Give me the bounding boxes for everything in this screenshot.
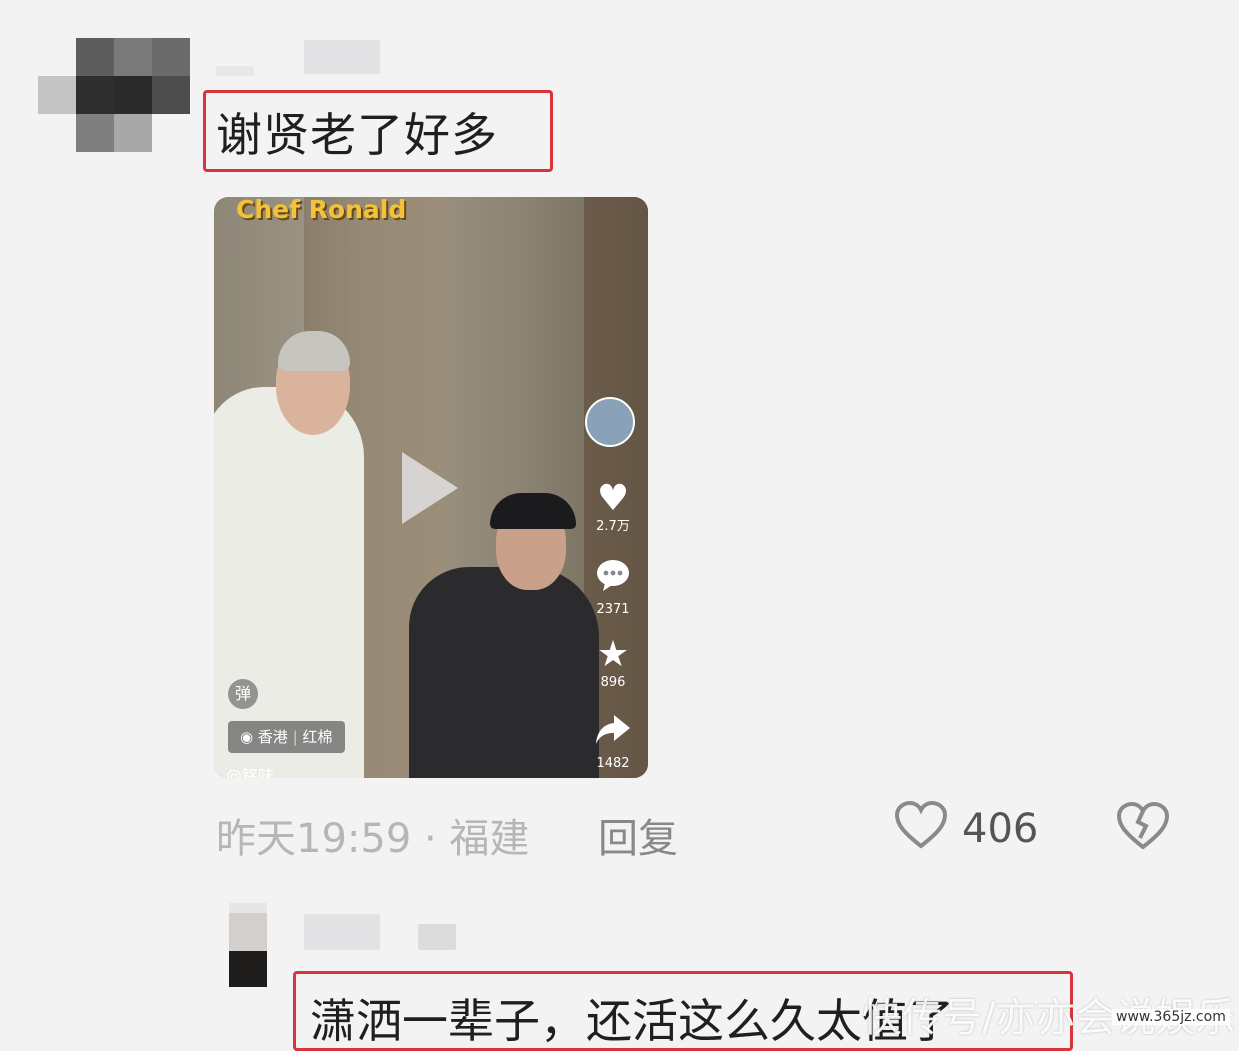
heart-icon — [894, 800, 948, 849]
elder-figure — [409, 567, 599, 778]
reply-text: 潇洒一辈子，还活这么久太值了 — [310, 994, 954, 1048]
video-favorite-button[interactable]: ★ 896 — [586, 635, 640, 691]
video-favorite-count: 896 — [600, 675, 626, 690]
share-icon — [586, 711, 640, 756]
video-share-count: 1482 — [596, 756, 630, 771]
video-like-button[interactable]: ♥ 2.7万 — [586, 479, 640, 535]
location-city: 香港 — [257, 728, 288, 746]
site-watermark-url: www.365jz.com — [1112, 1009, 1230, 1025]
star-icon: ★ — [596, 634, 630, 675]
video-comment-count: 2371 — [596, 602, 630, 617]
heart-icon: ♥ — [596, 478, 630, 519]
reply-button[interactable]: 回复 — [598, 806, 678, 864]
comment-like-button[interactable] — [893, 798, 949, 858]
location-divider: | — [292, 728, 298, 746]
elder-cap — [490, 493, 576, 529]
location-pin-icon: ◉ — [240, 728, 254, 746]
comment-bubble-icon — [586, 557, 640, 602]
video-author-handle[interactable]: @铭味 — [226, 762, 274, 778]
comment-dislike-button[interactable] — [1114, 798, 1172, 858]
video-like-count: 2.7万 — [596, 519, 630, 534]
comment-like-count: 406 — [962, 806, 1039, 852]
play-icon[interactable] — [402, 452, 458, 524]
danmaku-toggle[interactable]: 弹 — [228, 679, 258, 709]
chef-figure — [214, 387, 364, 778]
video-thumbnail[interactable]: Chef Ronald ♥ 2.7万 2371 ★ 896 1482 弹 ◉ 香… — [214, 197, 648, 778]
video-author-avatar[interactable] — [585, 397, 635, 447]
reply-name-redacted-2 — [418, 924, 456, 950]
commenter-name-redacted — [304, 40, 380, 74]
video-watermark-title: Chef Ronald — [236, 197, 407, 224]
reply-name-redacted — [304, 914, 380, 950]
video-share-button[interactable]: 1482 — [586, 711, 640, 772]
comment-text: 谢贤老了好多 — [216, 108, 498, 162]
location-tag[interactable]: ◉ 香港 | 红棉 — [228, 721, 345, 753]
video-comment-button[interactable]: 2371 — [586, 557, 640, 618]
reply-avatar[interactable] — [229, 903, 267, 987]
commenter-name-redacted-2 — [216, 66, 254, 76]
comment-time-location: 昨天19:59 · 福建 — [216, 816, 530, 862]
broken-heart-icon — [1116, 801, 1170, 850]
commenter-avatar[interactable] — [38, 38, 190, 152]
location-venue: 红棉 — [302, 728, 333, 746]
